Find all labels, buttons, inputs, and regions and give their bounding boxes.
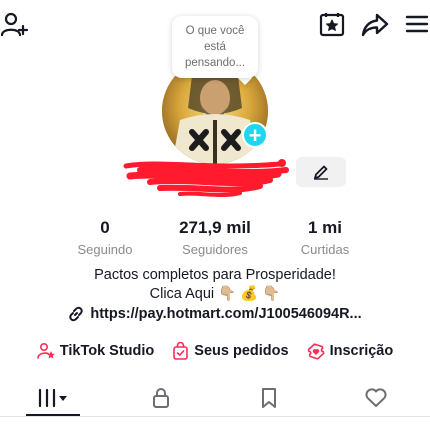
bag-check-icon [173,342,189,360]
tabs-divider [0,416,430,417]
heart-ticket-icon [307,343,325,360]
followers-label: Seguidores [182,242,248,257]
profile-bio: Pactos completos para Prosperidade! Clic… [0,266,430,304]
profile-shortcuts: TikTok Studio Seus pedidos Inscrição [0,342,430,360]
videos-grid-icon [38,388,67,408]
profile-tabs [0,378,430,418]
heart-icon [365,388,387,407]
orders-shortcut[interactable]: Seus pedidos [172,342,289,360]
bio-line-1: Pactos completos para Prosperidade! [94,267,336,283]
tab-private[interactable] [108,378,216,418]
likes-stat[interactable]: 1 mi Curtidas [270,218,380,259]
share-arrow-icon [361,13,389,37]
note-bubble[interactable]: O que você está pensando... [172,16,258,78]
person-star-icon [36,342,55,359]
bio-link[interactable]: https://pay.hotmart.com/J100546094R... [0,306,430,322]
hamburger-menu-icon [405,15,429,33]
tab-videos[interactable] [0,378,108,418]
lock-icon [153,388,170,408]
bookmark-icon [261,388,276,408]
calendar-star-icon [319,13,345,37]
add-story-button[interactable]: + [242,122,268,148]
menu-button[interactable] [404,10,430,38]
share-button[interactable] [360,10,390,40]
following-label: Seguindo [77,242,133,257]
add-user-icon [1,12,29,37]
tiktok-studio-shortcut[interactable]: TikTok Studio [36,342,155,360]
tab-liked[interactable] [323,378,430,418]
pencil-icon [314,165,328,180]
tab-saved[interactable] [215,378,323,418]
redacted-username [123,159,289,197]
likes-count: 1 mi [307,218,343,237]
following-count: 0 [100,218,110,237]
bio-link-text: https://pay.hotmart.com/J100546094R... [90,306,362,322]
followers-count: 271,9 mil [179,218,251,237]
following-stat[interactable]: 0 Seguindo [50,218,160,259]
edit-profile-button[interactable] [296,157,346,187]
subscription-shortcut[interactable]: Inscrição [307,342,394,360]
calendar-button[interactable] [318,10,346,38]
add-friend-button[interactable] [0,10,30,40]
subscription-label: Inscrição [329,343,394,359]
link-icon [69,306,83,322]
orders-label: Seus pedidos [194,343,289,359]
followers-stat[interactable]: 271,9 mil Seguidores [160,218,270,259]
tiktok-studio-label: TikTok Studio [59,343,155,359]
plus-icon: + [248,123,262,148]
note-text: O que você está pensando... [184,25,246,69]
likes-label: Curtidas [300,242,350,257]
bio-line-2: Clica Aqui 👇🏼 💰 👇🏼 [149,286,281,302]
